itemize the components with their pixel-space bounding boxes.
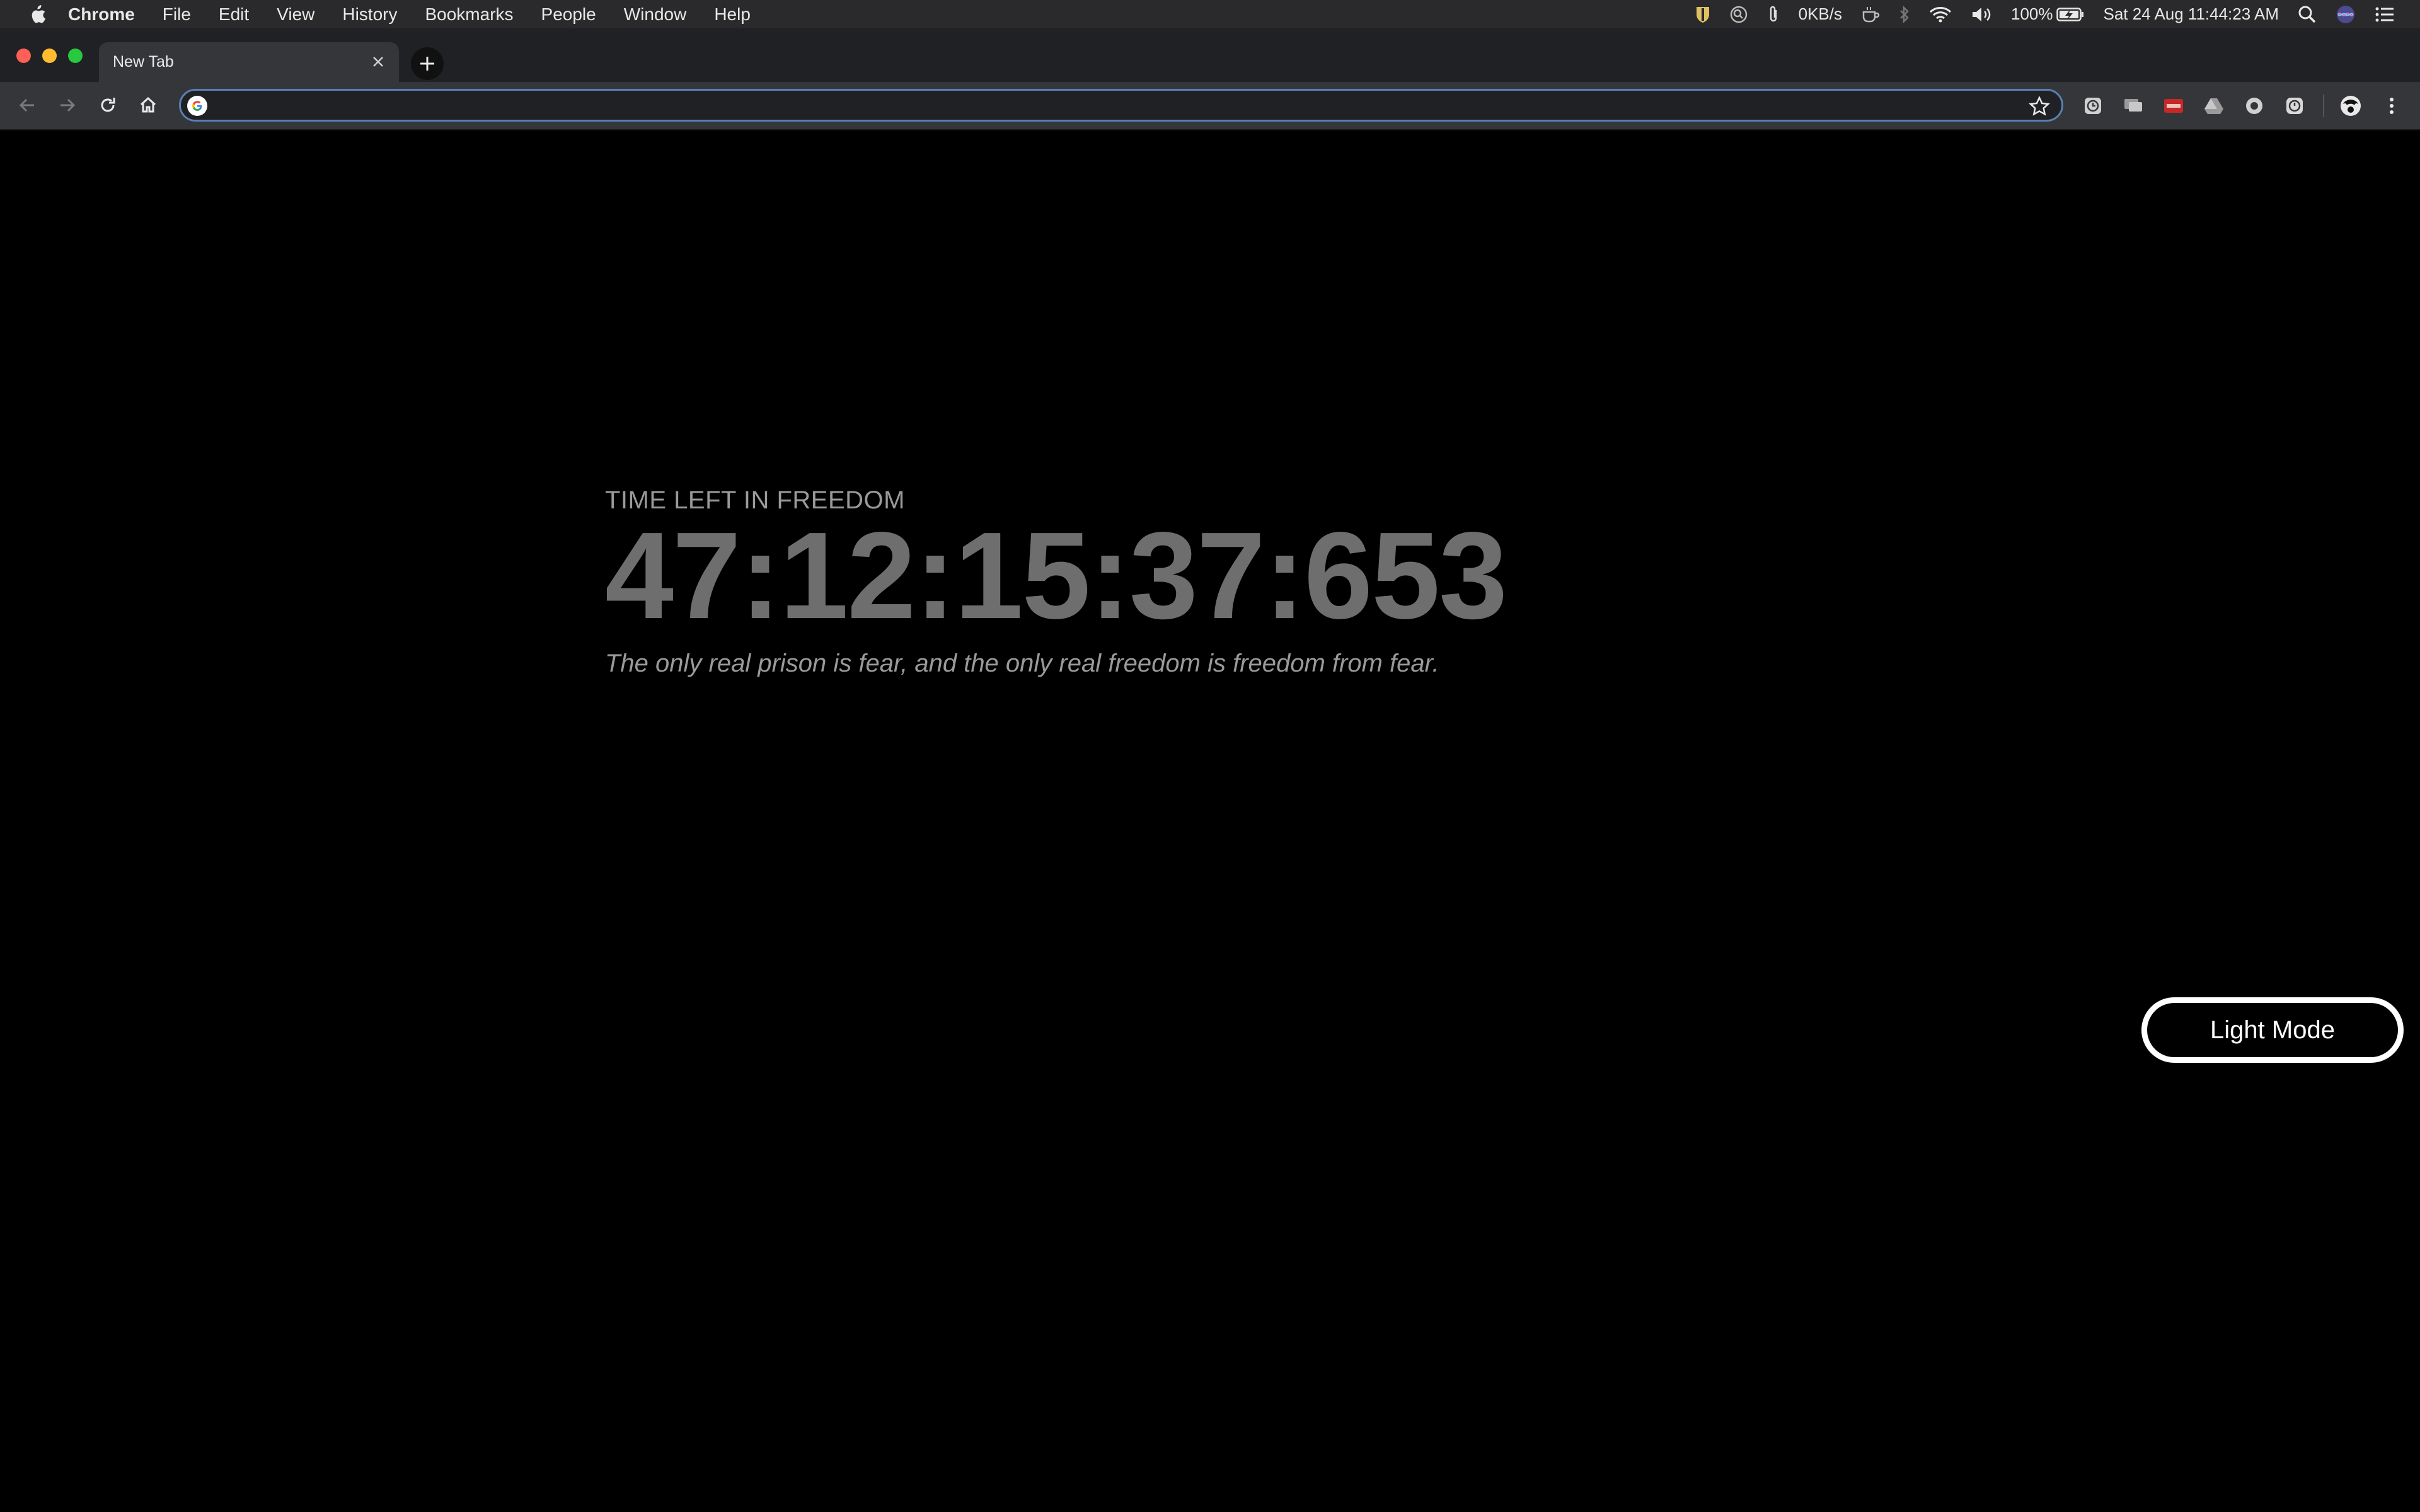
- paperclip-icon[interactable]: [1767, 5, 1780, 24]
- macos-menu-bar: Chrome File Edit View History Bookmarks …: [0, 0, 2420, 28]
- back-button[interactable]: [11, 89, 43, 121]
- home-icon: [140, 96, 156, 113]
- menu-file[interactable]: File: [163, 4, 191, 25]
- reload-button[interactable]: [92, 89, 124, 121]
- close-window-button[interactable]: [16, 49, 31, 63]
- coffee-icon[interactable]: [1861, 6, 1880, 23]
- battery-percent-text: 100%: [2010, 4, 2053, 23]
- close-icon[interactable]: [367, 51, 389, 72]
- window-controls: [16, 49, 83, 63]
- menu-edit[interactable]: Edit: [219, 4, 249, 25]
- url-input[interactable]: [216, 94, 1983, 118]
- wifi-icon[interactable]: [1929, 6, 1952, 23]
- google-g-icon: [187, 96, 207, 116]
- new-tab-button[interactable]: [411, 47, 444, 80]
- countdown-quote: The only real prison is fear, and the on…: [605, 649, 1439, 677]
- magnifier-circle-icon[interactable]: [1729, 5, 1748, 24]
- menu-help[interactable]: Help: [714, 4, 751, 25]
- plus-icon: [420, 57, 434, 71]
- drive-extension-icon[interactable]: [2203, 95, 2225, 117]
- clock-datetime[interactable]: Sat 24 Aug 11:44:23 AM: [2103, 4, 2279, 24]
- minimize-window-button[interactable]: [42, 49, 57, 63]
- back-arrow-icon: [19, 98, 34, 112]
- forward-arrow-icon: [60, 98, 76, 112]
- clock-extension-icon[interactable]: [2082, 95, 2104, 117]
- menu-window[interactable]: Window: [624, 4, 687, 25]
- menubar-status-area: 0KB/s 100% Sat 24 Aug 11:44:23 AM: [1695, 0, 2395, 28]
- new-tab-page: TIME LEFT IN FREEDOM 47:12:15:37:653 The…: [0, 130, 2420, 1512]
- cors-extension-icon[interactable]: [2163, 95, 2184, 117]
- light-mode-button[interactable]: Light Mode: [2141, 997, 2404, 1063]
- siri-icon[interactable]: [2336, 4, 2356, 25]
- menu-view[interactable]: View: [277, 4, 314, 25]
- browser-toolbar: [0, 82, 2420, 130]
- maximize-window-button[interactable]: [68, 49, 83, 63]
- network-speed[interactable]: 0KB/s: [1799, 4, 1842, 24]
- menu-app-chrome[interactable]: Chrome: [68, 4, 135, 25]
- reload-icon: [101, 98, 115, 112]
- menu-people[interactable]: People: [541, 4, 596, 25]
- bookmark-star-icon[interactable]: [2029, 96, 2050, 117]
- forward-button[interactable]: [52, 89, 83, 121]
- battery-charging-icon: [2056, 7, 2084, 22]
- home-button[interactable]: [132, 89, 164, 121]
- freedom-countdown: TIME LEFT IN FREEDOM 47:12:15:37:653 The…: [605, 486, 1507, 678]
- address-bar[interactable]: [179, 89, 2063, 122]
- profile-avatar-icon[interactable]: [2340, 95, 2361, 117]
- timer-extension-icon[interactable]: [2284, 95, 2305, 117]
- spotlight-search-icon[interactable]: [2298, 5, 2317, 24]
- chat-extension-icon[interactable]: [2123, 95, 2144, 117]
- menu-bookmarks[interactable]: Bookmarks: [425, 4, 513, 25]
- tab-new-tab[interactable]: New Tab: [99, 42, 399, 82]
- volume-icon[interactable]: [1971, 6, 1992, 23]
- more-vertical-icon[interactable]: [2381, 95, 2402, 117]
- bluetooth-icon[interactable]: [1899, 5, 1910, 24]
- tab-title: New Tab: [113, 53, 174, 71]
- menu-history[interactable]: History: [342, 4, 397, 25]
- countdown-timer: 47:12:15:37:653: [605, 507, 1507, 644]
- battery-percent[interactable]: 100%: [2011, 4, 2085, 24]
- notification-center-icon[interactable]: [2375, 6, 2395, 23]
- shield-icon[interactable]: [1695, 5, 1710, 24]
- record-extension-icon[interactable]: [2244, 95, 2265, 117]
- apple-icon[interactable]: [28, 3, 47, 26]
- toolbar-divider: [2323, 94, 2324, 117]
- browser-tab-strip: New Tab: [0, 28, 2420, 82]
